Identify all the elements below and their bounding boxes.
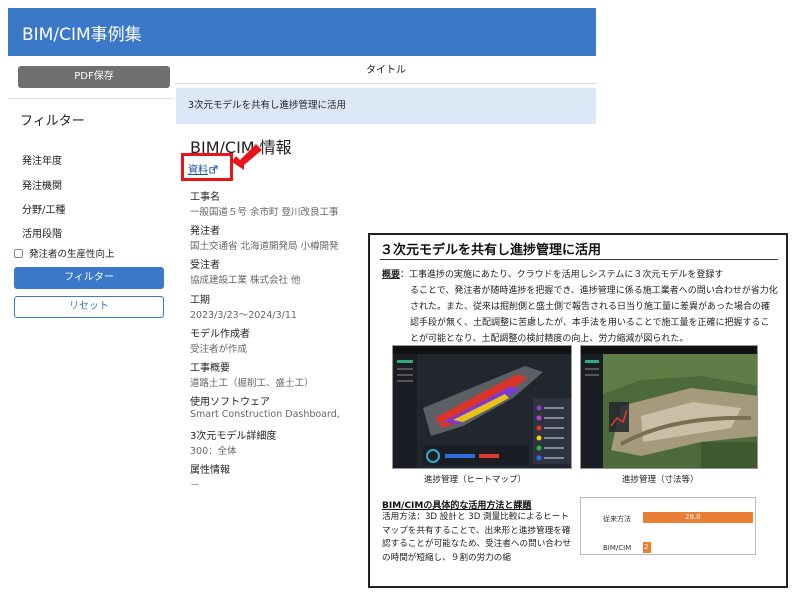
bar-label-conventional: 従来方法 <box>603 515 631 523</box>
summary-line1: ：工事進捗の実施にあたり、クラウドを活用しシステムに３次元モデルを登録す <box>400 270 724 280</box>
bar-value-bimcim: 2 <box>644 543 649 551</box>
field-value-model-creator: 受注者が作成 <box>190 344 248 355</box>
filter-title: フィルター <box>20 114 85 129</box>
external-link-icon <box>209 165 218 174</box>
field-label-model-creator: モデル作成者 <box>190 329 250 340</box>
caption-dimensions: 進捗管理（寸法等） <box>622 475 699 485</box>
field-label-attributes: 属性情報 <box>190 465 230 476</box>
summary-rest: ることで、発注者が随時進捗を把握でき、進捗管理に係る施工業者への問い合わせが省力… <box>410 286 778 344</box>
field-value-model-detail: 300：全体 <box>190 446 237 457</box>
bar-label-bimcim: BIM/CIM <box>603 544 632 552</box>
checkbox-box[interactable] <box>14 248 23 258</box>
field-value-work-name: 一般国道５号 余市町 登川改良工事 <box>190 207 339 218</box>
field-label-orderer: 発注者 <box>190 226 220 237</box>
bar-value-conventional: 28.0 <box>685 513 701 521</box>
usage-subheading: BIM/CIMの具体的な活用方法と課題 <box>382 501 532 511</box>
app-title: BIM/CIM事例集 <box>22 25 142 45</box>
preview-title: ３次元モデルを共有し進捗管理に活用 <box>380 243 602 258</box>
filter-order-year[interactable]: 発注年度 <box>22 152 62 167</box>
field-value-orderer: 国土交通省 北海道開発局 小樽開発 <box>190 241 339 252</box>
document-link[interactable]: 資料 <box>188 161 218 176</box>
reset-button[interactable]: リセット <box>14 296 164 318</box>
field-value-contractor: 協成建設工業 株式会社 他 <box>190 275 301 286</box>
comparison-bar-chart: 従来方法 28.0 BIM/CIM 2 <box>580 497 756 555</box>
field-value-software: Smart Construction Dashboard, Civil <box>190 409 342 420</box>
field-label-software: 使用ソフトウェア <box>190 397 270 408</box>
field-label-model-detail: 3次元モデル詳細度 <box>190 431 277 442</box>
preview-title-rule <box>380 259 778 260</box>
filter-button[interactable]: フィルター <box>14 267 164 289</box>
field-value-attributes: － <box>190 480 200 487</box>
usage-method-text: 活用方法：3D 設計と 3D 測量比較によるヒートマップを共有することで、出来形… <box>382 512 572 563</box>
preview-summary: 概要：工事進捗の実施にあたり、クラウドを活用しシステムに３次元モデルを登録す る… <box>382 267 778 347</box>
red-arrow-icon <box>232 144 262 170</box>
column-header-title[interactable]: タイトル <box>175 58 597 84</box>
heatmap-screenshot <box>392 345 572 469</box>
field-label-work-name: 工事名 <box>190 192 220 203</box>
pdf-save-button[interactable]: PDF保存 <box>18 66 170 88</box>
filter-field-type[interactable]: 分野/工種 <box>22 201 65 216</box>
field-label-period: 工期 <box>190 295 210 306</box>
filter-order-agency[interactable]: 発注機関 <box>22 177 62 192</box>
document-preview: ３次元モデルを共有し進捗管理に活用 概要：工事進捗の実施にあたり、クラウドを活用… <box>368 233 788 588</box>
field-value-work-summary: 道路土工（掘削工、盛土工） <box>190 378 314 389</box>
result-row-title[interactable]: 3次元モデルを共有し進捗管理に活用 <box>176 88 596 124</box>
caption-heatmap: 進捗管理（ヒートマップ） <box>424 475 527 485</box>
field-label-contractor: 受注者 <box>190 260 220 271</box>
filter-usage-stage[interactable]: 活用段階 <box>22 225 62 240</box>
field-value-period: 2023/3/23〜2024/3/11 <box>190 310 297 321</box>
site-photo-screenshot <box>580 345 758 469</box>
app-header: BIM/CIM事例集 <box>8 8 596 56</box>
summary-lead: 概要 <box>382 270 401 280</box>
productivity-checkbox[interactable]: 発注者の生産性向上 <box>14 246 115 260</box>
sidebar-divider <box>8 98 174 99</box>
checkbox-label: 発注者の生産性向上 <box>29 249 115 260</box>
field-label-work-summary: 工事概要 <box>190 363 230 374</box>
